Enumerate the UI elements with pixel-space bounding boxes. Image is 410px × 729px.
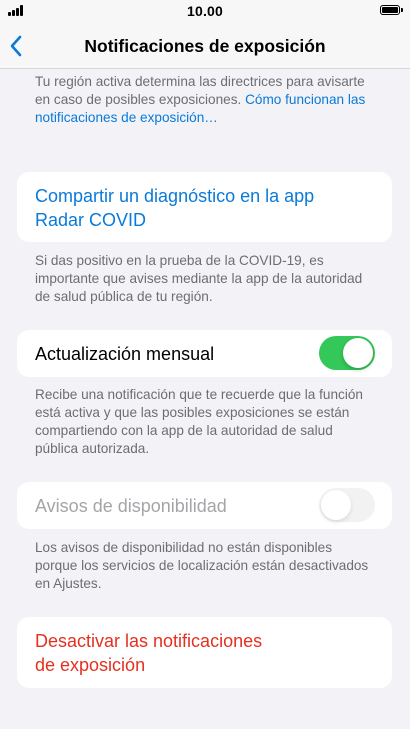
navigation-bar: Notificaciones de exposición [0,24,410,69]
deactivate-cell[interactable]: Desactivar las notificaciones de exposic… [17,617,392,688]
page-title: Notificaciones de exposición [84,36,326,56]
monthly-update-label: Actualización mensual [35,344,215,364]
battery-icon [380,5,403,15]
monthly-update-footer: Recibe una notificación que te recuerde … [35,387,363,456]
availability-toggle[interactable] [319,488,375,522]
intro-description: Tu región activa determina las directric… [35,73,377,127]
share-diagnosis-label[interactable]: Compartir un diagnóstico en la app Radar… [35,184,352,232]
share-diagnosis-footer: Si das positivo en la prueba de la COVID… [35,253,363,304]
toggle-knob [343,338,373,368]
deactivate-label[interactable]: Desactivar las notificaciones de exposic… [35,629,282,677]
availability-footer: Los avisos de disponibilidad no están di… [35,540,369,591]
share-diagnosis-cell[interactable]: Compartir un diagnóstico en la app Radar… [17,172,392,242]
toggle-knob [321,490,351,520]
monthly-update-cell: Actualización mensual [17,330,392,377]
status-bar: 10.00 [0,0,410,24]
monthly-update-toggle[interactable] [319,336,375,370]
availability-cell: Avisos de disponibilidad [17,482,392,529]
status-time: 10.00 [186,3,224,19]
availability-label: Avisos de disponibilidad [35,496,227,516]
